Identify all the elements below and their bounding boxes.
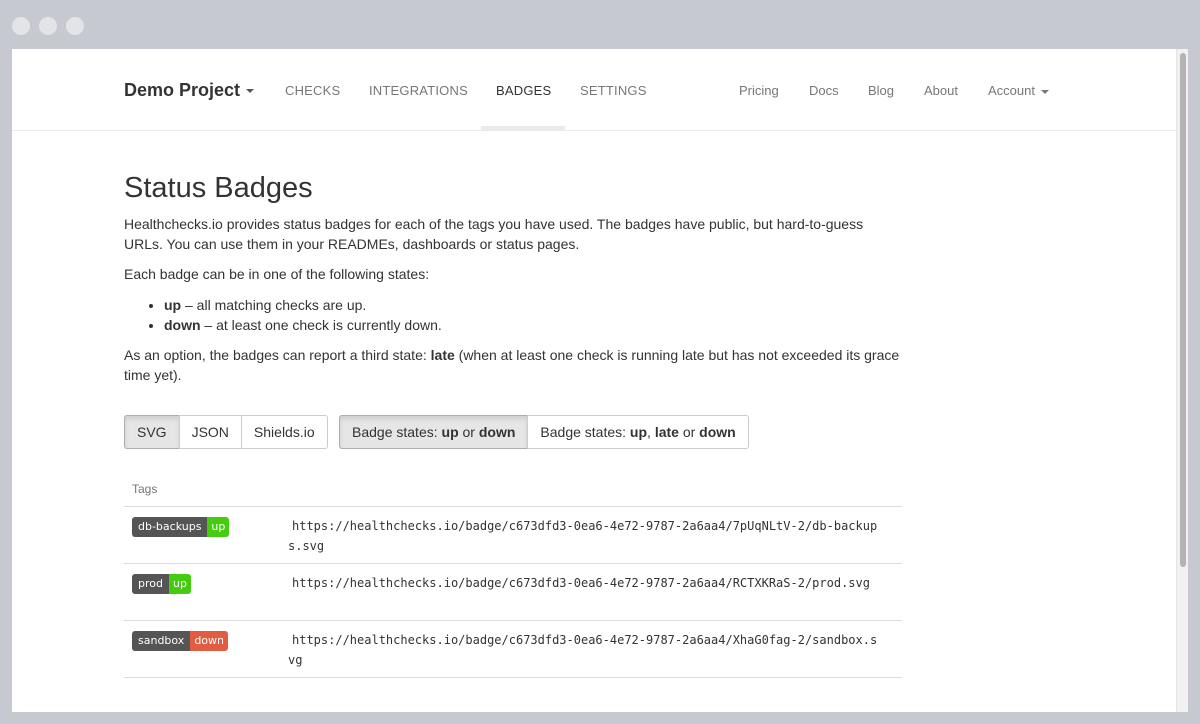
badge-url[interactable]: https://healthchecks.io/badge/c673dfd3-0…	[288, 573, 878, 593]
format-shields-button[interactable]: Shields.io	[240, 415, 328, 449]
window-close-button[interactable]	[12, 17, 30, 35]
badges-table: Tags db-backups up https://healthchecks.i…	[124, 474, 902, 678]
account-menu[interactable]: Account	[988, 83, 1049, 98]
list-item: down – at least one check is currently d…	[164, 315, 442, 335]
badge-url[interactable]: https://healthchecks.io/badge/c673dfd3-0…	[288, 516, 878, 556]
tab-integrations[interactable]: INTEGRATIONS	[369, 83, 468, 98]
nav-about[interactable]: About	[924, 83, 958, 98]
format-svg-button[interactable]: SVG	[124, 415, 180, 449]
table-row: prod up https://healthchecks.io/badge/c67…	[124, 563, 902, 621]
window-titlebar	[0, 0, 1200, 49]
tab-checks[interactable]: CHECKS	[285, 83, 340, 98]
window-minimize-button[interactable]	[39, 17, 57, 35]
project-switcher[interactable]: Demo Project	[124, 80, 255, 101]
status-badge: db-backups up	[132, 516, 230, 537]
account-label: Account	[988, 83, 1035, 98]
caret-down-icon	[246, 89, 255, 94]
browser-viewport: Demo Project CHECKS INTEGRATIONS BADGES …	[12, 49, 1188, 712]
scrollbar-thumb[interactable]	[1180, 53, 1186, 567]
states-up-down-button[interactable]: Badge states: up or down	[339, 415, 529, 449]
caret-down-icon	[1040, 89, 1049, 94]
states-list: up – all matching checks are up. down – …	[164, 295, 442, 335]
status-badge: prod up	[132, 573, 191, 594]
navbar: Demo Project CHECKS INTEGRATIONS BADGES …	[12, 49, 1176, 131]
badge-url[interactable]: https://healthchecks.io/badge/c673dfd3-0…	[288, 630, 878, 670]
states-up-late-down-button[interactable]: Badge states: up, late or down	[527, 415, 749, 449]
format-button-group: SVG JSON Shields.io	[124, 415, 328, 449]
format-json-button[interactable]: JSON	[178, 415, 242, 449]
tab-settings[interactable]: SETTINGS	[580, 83, 647, 98]
project-name: Demo Project	[124, 80, 241, 100]
intro-paragraph: Healthchecks.io provides status badges f…	[124, 216, 864, 252]
nav-pricing[interactable]: Pricing	[739, 83, 779, 98]
list-item: up – all matching checks are up.	[164, 295, 442, 315]
tab-badges[interactable]: BADGES	[496, 83, 551, 98]
vertical-scrollbar[interactable]	[1176, 49, 1188, 712]
nav-blog[interactable]: Blog	[868, 83, 894, 98]
table-row: db-backups up https://healthchecks.io/bad…	[124, 506, 902, 564]
option-paragraph: As an option, the badges can report a th…	[124, 347, 900, 383]
table-header-tags: Tags	[124, 474, 902, 507]
page-title: Status Badges	[124, 172, 313, 204]
active-tab-indicator	[481, 126, 565, 130]
states-intro: Each badge can be in one of the followin…	[124, 266, 430, 282]
states-button-group: Badge states: up or down Badge states: u…	[339, 415, 749, 449]
table-row: sandbox down https://healthchecks.io/badg…	[124, 620, 902, 678]
nav-docs[interactable]: Docs	[809, 83, 839, 98]
status-badge: sandbox down	[132, 630, 228, 651]
window-maximize-button[interactable]	[66, 17, 84, 35]
